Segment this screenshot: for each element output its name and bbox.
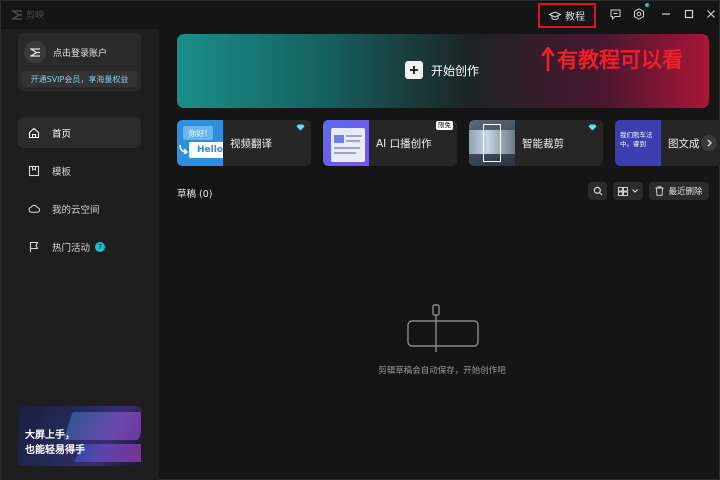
minimize-icon[interactable]: [659, 7, 673, 21]
thumb-doc-image: [334, 135, 344, 143]
sidebar-item-label: 我的云空间: [52, 204, 100, 216]
graduation-cap-icon: [549, 10, 561, 20]
sidebar-item-cloud[interactable]: 我的云空间: [18, 193, 141, 224]
sidebar-nav: 首页 模板 我的云空间 热门活动 7: [18, 117, 141, 269]
avatar[interactable]: [24, 41, 46, 63]
translate-arrow-icon: [179, 144, 189, 154]
tutorial-annotation: 有教程可以看: [541, 44, 683, 74]
plus-icon: [405, 61, 423, 79]
recently-deleted-button[interactable]: 最近删除: [649, 182, 709, 200]
empty-drafts-message: 剪辑草稿会自动保存，开始创作吧: [378, 366, 506, 376]
trash-icon: [655, 186, 664, 196]
video-translate-thumbnail: 你好! Hello: [177, 120, 223, 166]
login-link[interactable]: 点击登录账户: [53, 46, 107, 59]
sidebar-item-label: 热门活动: [52, 242, 91, 254]
sidebar: 点击登录账户 开通SVIP会员，享海量权益 首页 模板 我的云空间 热门活动 7…: [1, 29, 159, 480]
tool-label: AI 口播创作: [376, 138, 432, 150]
drafts-title: 草稿 (0): [177, 189, 213, 200]
sidebar-item-templates[interactable]: 模板: [18, 155, 141, 186]
title-bar: 剪映 教程: [1, 1, 720, 29]
up-arrow-icon: [541, 46, 555, 72]
app-window: 剪映 教程 点击登录账户 开通SVIP会员，享海量权益 首页 模板 我的云空间 …: [0, 0, 720, 480]
tool-cards: 你好! Hello 视频翻译 AI 口播创作 限免 智能裁剪 我们熊车法中。睿到…: [177, 120, 720, 166]
events-count-badge: 7: [95, 241, 106, 252]
smart-crop-thumbnail: [469, 120, 515, 166]
notification-dot: [645, 3, 649, 7]
home-icon: [28, 127, 40, 139]
settings-icon[interactable]: [632, 7, 646, 21]
empty-drafts-illustration-icon: [407, 304, 479, 352]
start-creation-content: 开始创作: [405, 61, 479, 79]
promo-text: 大屏上手， 也能轻易得手: [25, 428, 85, 458]
view-mode-dropdown[interactable]: [613, 182, 643, 200]
maximize-icon[interactable]: [682, 7, 696, 21]
start-creation-label: 开始创作: [431, 63, 480, 78]
thumb-hello-cn: 你好!: [183, 126, 213, 140]
feedback-icon[interactable]: [608, 7, 622, 21]
sidebar-item-events[interactable]: 热门活动 7: [18, 231, 141, 262]
chevron-down-icon: [632, 189, 638, 193]
promo-line-1: 大屏上手，: [25, 430, 75, 441]
thumb-document: [331, 128, 365, 162]
sidebar-item-home[interactable]: 首页: [18, 117, 141, 148]
capcut-avatar-icon: [30, 47, 40, 57]
tool-label: 智能裁剪: [522, 138, 564, 150]
tutorial-button[interactable]: 教程: [538, 3, 596, 28]
thumb-crop-frame: [483, 124, 501, 162]
account-card[interactable]: 点击登录账户 开通SVIP会员，享海量权益: [18, 33, 141, 91]
sidebar-item-label: 模板: [52, 166, 72, 178]
cloud-icon: [28, 203, 40, 215]
thumb-doc-line: [346, 140, 360, 142]
app-name: 剪映: [26, 11, 45, 21]
draft-search-button[interactable]: [588, 182, 607, 200]
capcut-logo-icon: [12, 9, 22, 20]
diamond-icon: [588, 124, 597, 131]
image-text-thumbnail: 我们熊车法中。睿到: [615, 120, 661, 166]
search-icon: [593, 186, 602, 196]
tool-label: 图文成: [668, 138, 700, 150]
svip-banner[interactable]: 开通SVIP会员，享海量权益: [22, 71, 137, 87]
chevron-right-icon: [707, 139, 712, 147]
sidebar-item-label: 首页: [52, 128, 72, 140]
drafts-header: 草稿 (0) 最近删除: [177, 182, 709, 202]
tutorial-label: 教程: [565, 12, 585, 23]
promo-banner[interactable]: 大屏上手， 也能轻易得手: [18, 406, 141, 466]
thumb-hello-en: Hello: [189, 142, 223, 158]
template-icon: [28, 165, 40, 177]
tools-next-button[interactable]: [701, 135, 717, 151]
annotation-text: 有教程可以看: [557, 48, 683, 72]
limited-free-badge: 限免: [436, 121, 453, 130]
thumb-doc-line: [334, 152, 356, 154]
flag-icon: [28, 241, 40, 253]
tool-smart-crop[interactable]: 智能裁剪: [469, 120, 603, 166]
grid-view-icon: [618, 186, 628, 196]
app-logo: 剪映: [11, 8, 44, 21]
tool-video-translate[interactable]: 你好! Hello 视频翻译: [177, 120, 311, 166]
close-icon[interactable]: [704, 7, 718, 21]
thumb-doc-line: [334, 147, 360, 149]
thumb-doc-line: [346, 135, 362, 137]
tool-ai-broadcast[interactable]: AI 口播创作 限免: [323, 120, 457, 166]
diamond-icon: [296, 124, 305, 131]
ai-broadcast-thumbnail: [323, 120, 369, 166]
thumb-caption: 我们熊车法中。睿到: [620, 131, 653, 148]
promo-line-2: 也能轻易得手: [25, 445, 85, 456]
recently-deleted-label: 最近删除: [668, 187, 703, 197]
tool-label: 视频翻译: [230, 138, 272, 150]
